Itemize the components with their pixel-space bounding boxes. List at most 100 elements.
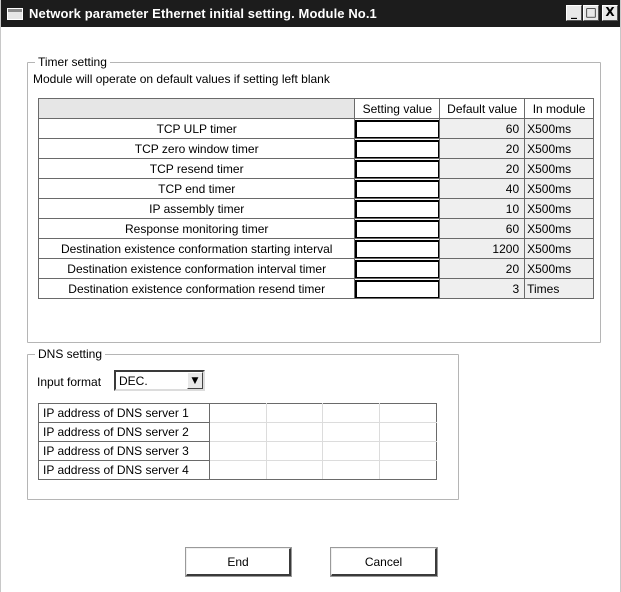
chevron-down-icon[interactable]: ▼: [187, 372, 203, 389]
timer-row: Destination existence conformation resen…: [37, 278, 594, 299]
input-format-value: DEC.: [119, 373, 148, 388]
dns-octet-input[interactable]: [265, 422, 324, 442]
dns-server-table: IP address of DNS server 1 IP address of …: [38, 403, 437, 480]
default-value: 20: [439, 158, 526, 179]
timer-name: Destination existence conformation resen…: [37, 278, 356, 299]
title-bar[interactable]: Network parameter Ethernet initial setti…: [1, 0, 620, 27]
setting-value-cell: [354, 258, 441, 279]
default-value: 10: [439, 198, 526, 219]
timer-row: TCP end timer 40 X500ms: [37, 178, 594, 199]
timer-row: Destination existence conformation start…: [37, 238, 594, 259]
setting-value-input[interactable]: [355, 159, 440, 178]
setting-value-cell: [354, 158, 441, 179]
cancel-button[interactable]: Cancel: [330, 547, 438, 577]
default-value: 20: [439, 258, 526, 279]
timer-row: Destination existence conformation inter…: [37, 258, 594, 279]
dns-octet-input[interactable]: [208, 441, 267, 461]
timer-table: Setting value Default value In module TC…: [37, 98, 594, 299]
setting-value-input[interactable]: [355, 279, 440, 298]
default-value: 60: [439, 218, 526, 239]
timer-row: Response monitoring timer 60 X500ms: [37, 218, 594, 239]
default-value: 40: [439, 178, 526, 199]
timer-name: TCP end timer: [37, 178, 356, 199]
setting-value-input[interactable]: [355, 199, 440, 218]
default-value: 60: [439, 118, 526, 139]
timer-row: TCP ULP timer 60 X500ms: [37, 118, 594, 139]
default-value: 1200: [439, 238, 526, 259]
setting-value-cell: [354, 198, 441, 219]
setting-value-cell: [354, 218, 441, 239]
setting-value-input[interactable]: [355, 139, 440, 158]
maximize-button[interactable]: □: [583, 5, 599, 21]
dns-setting-title: DNS setting: [35, 347, 106, 361]
timer-name: Response monitoring timer: [37, 218, 356, 239]
input-format-select[interactable]: DEC. ▼: [114, 370, 205, 391]
setting-value-input[interactable]: [355, 179, 440, 198]
dns-server-row: IP address of DNS server 2: [38, 422, 437, 442]
dns-server-label: IP address of DNS server 2: [38, 422, 210, 442]
dns-server-row: IP address of DNS server 4: [38, 460, 437, 480]
setting-value-cell: [354, 238, 441, 259]
dns-server-row: IP address of DNS server 3: [38, 441, 437, 461]
timer-name: TCP resend timer: [37, 158, 356, 179]
setting-value-cell: [354, 278, 441, 299]
end-button[interactable]: End: [185, 547, 292, 577]
window-title: Network parameter Ethernet initial setti…: [29, 6, 377, 21]
dns-octet-input[interactable]: [322, 441, 381, 461]
timer-setting-title: Timer setting: [35, 55, 110, 69]
timer-name-header: [37, 98, 356, 119]
setting-value-input[interactable]: [355, 259, 440, 278]
dns-octet-input[interactable]: [208, 403, 267, 423]
dns-octet-input[interactable]: [208, 460, 267, 480]
default-value: 20: [439, 138, 526, 159]
setting-value-cell: [354, 178, 441, 199]
default-value-header: Default value: [439, 98, 526, 119]
in-module-unit: X500ms: [524, 218, 594, 239]
timer-table-header: Setting value Default value In module: [37, 98, 594, 119]
dns-octet-input[interactable]: [265, 441, 324, 461]
timer-name: TCP zero window timer: [37, 138, 356, 159]
dns-octet-input[interactable]: [265, 460, 324, 480]
in-module-unit: X500ms: [524, 198, 594, 219]
setting-value-cell: [354, 118, 441, 139]
in-module-unit: X500ms: [524, 138, 594, 159]
dns-octet-input[interactable]: [322, 460, 381, 480]
setting-value-input[interactable]: [355, 119, 440, 138]
timer-row: TCP zero window timer 20 X500ms: [37, 138, 594, 159]
setting-value-cell: [354, 138, 441, 159]
window-controls: _ □ X: [565, 5, 618, 21]
dns-octet-input[interactable]: [379, 422, 437, 442]
default-value: 3: [439, 278, 526, 299]
setting-value-input[interactable]: [355, 239, 440, 258]
dns-server-label: IP address of DNS server 1: [38, 403, 210, 423]
close-button[interactable]: X: [602, 5, 618, 21]
dns-octet-input[interactable]: [379, 403, 437, 423]
in-module-header: In module: [524, 98, 594, 119]
minimize-button[interactable]: _: [566, 5, 582, 21]
dns-octet-input[interactable]: [379, 460, 437, 480]
setting-value-input[interactable]: [355, 219, 440, 238]
timer-name: Destination existence conformation start…: [37, 238, 356, 259]
dns-octet-input[interactable]: [265, 403, 324, 423]
dns-octet-input[interactable]: [322, 403, 381, 423]
input-format-label: Input format: [37, 375, 102, 389]
in-module-unit: X500ms: [524, 238, 594, 259]
in-module-unit: X500ms: [524, 158, 594, 179]
timer-row: TCP resend timer 20 X500ms: [37, 158, 594, 179]
in-module-unit: X500ms: [524, 118, 594, 139]
dns-server-label: IP address of DNS server 3: [38, 441, 210, 461]
setting-value-header: Setting value: [354, 98, 441, 119]
in-module-unit: X500ms: [524, 258, 594, 279]
dns-server-label: IP address of DNS server 4: [38, 460, 210, 480]
dns-octet-input[interactable]: [322, 422, 381, 442]
dns-octet-input[interactable]: [208, 422, 267, 442]
timer-default-note: Module will operate on default values if…: [33, 72, 330, 86]
dns-octet-input[interactable]: [379, 441, 437, 461]
in-module-unit: Times: [524, 278, 594, 299]
dns-server-row: IP address of DNS server 1: [38, 403, 437, 423]
dialog-window: Network parameter Ethernet initial setti…: [0, 0, 621, 592]
timer-name: TCP ULP timer: [37, 118, 356, 139]
timer-row: IP assembly timer 10 X500ms: [37, 198, 594, 219]
in-module-unit: X500ms: [524, 178, 594, 199]
window-icon: [7, 7, 23, 20]
